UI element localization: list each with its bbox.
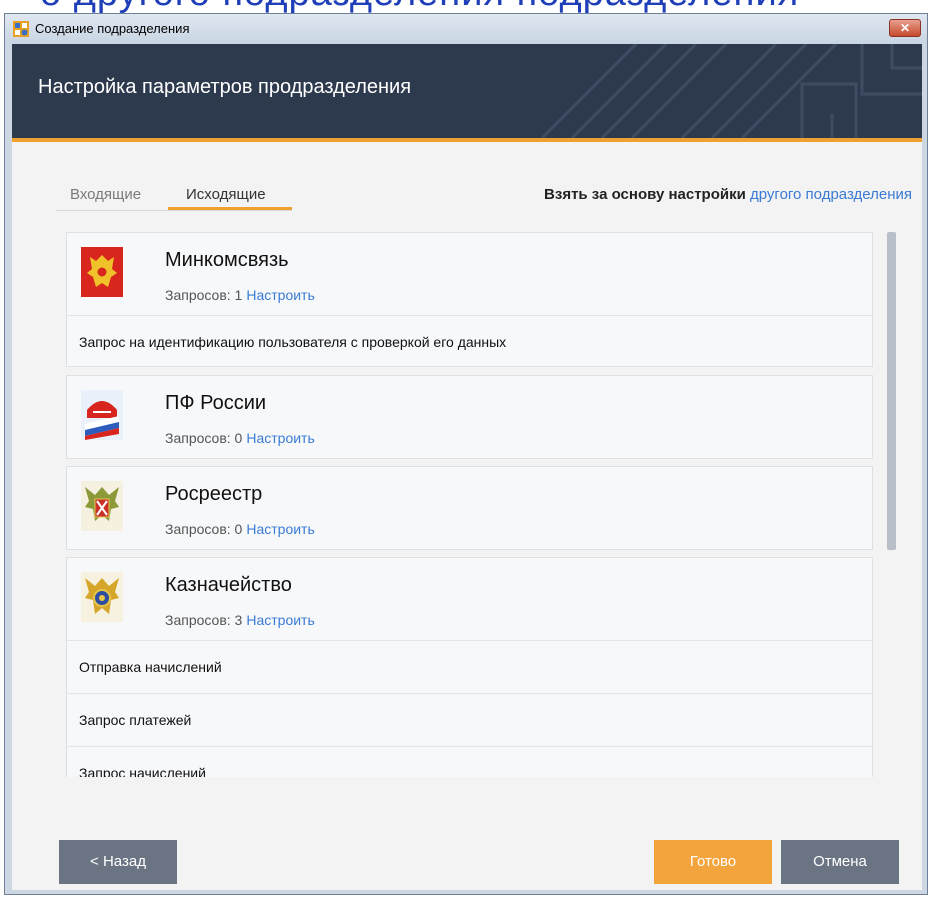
configure-link[interactable]: Настроить [246,287,314,303]
request-row[interactable]: Запрос платежей [67,693,872,746]
dialog-window: Создание подразделения ✕ Настройка парам… [4,13,928,895]
configure-link[interactable]: Настроить [246,430,314,446]
agency-name: Минкомсвязь [165,249,289,271]
app-icon [13,21,29,37]
treasury-emblem-icon [81,572,123,622]
configure-link[interactable]: Настроить [246,521,314,537]
configure-link[interactable]: Настроить [246,612,314,628]
tab-incoming[interactable]: Входящие [70,186,141,203]
back-button[interactable]: < Назад [59,840,177,884]
request-row[interactable]: Запрос начислений [67,746,872,777]
request-row-label: Запрос на идентификацию пользователя с п… [79,334,507,350]
request-row[interactable]: Отправка начислений [67,640,872,693]
dialog-body: Настройка параметров продразделения Вход… [12,44,922,890]
request-count: Запросов: 1 Настроить [165,287,315,303]
title-bar: Создание подразделения ✕ [5,14,927,44]
copy-settings-hint: Взять за основу настройки другого подраз… [544,186,912,203]
active-tab-indicator [168,207,292,210]
request-count-label: Запросов: 0 [165,430,243,446]
request-count-label: Запросов: 3 [165,612,243,628]
agency-card-pfr: ПФ России Запросов: 0 Настроить [66,375,873,459]
other-department-link[interactable]: другого подразделения [750,186,912,203]
request-row-label: Отправка начислений [79,659,222,675]
request-row[interactable]: Запрос на идентификацию пользователя с п… [67,315,872,368]
header-pattern-icon [540,44,922,138]
page-title: Настройка параметров продразделения [38,76,412,98]
header-banner: Настройка параметров продразделения [12,44,922,142]
agency-card-rosreestr: Росреестр Запросов: 0 Настроить [66,466,873,550]
request-count: Запросов: 0 Настроить [165,521,315,537]
rosreestr-emblem-icon [81,481,123,531]
agency-card-treasury: Казначейство Запросов: 3 Настроить Отправ… [66,557,873,777]
russian-coat-of-arms-icon [81,247,123,297]
window-title: Создание подразделения [35,21,190,36]
request-count: Запросов: 0 Настроить [165,430,315,446]
agency-name: Росреестр [165,483,263,505]
cropped-background-text: о другого подразделения подразделения [0,0,930,13]
tab-outgoing[interactable]: Исходящие [186,186,266,203]
request-count-label: Запросов: 1 [165,287,243,303]
list-scrollbar[interactable] [883,232,899,777]
scrollbar-thumb[interactable] [887,232,896,550]
request-count-label: Запросов: 0 [165,521,243,537]
agency-name: Казначейство [165,574,292,596]
done-button[interactable]: Готово [654,840,772,884]
close-button[interactable]: ✕ [889,19,921,37]
agency-name: ПФ России [165,392,267,414]
cancel-button[interactable]: Отмена [781,840,899,884]
request-row-label: Запрос платежей [79,712,192,728]
request-count: Запросов: 3 Настроить [165,612,315,628]
direction-tabs: Входящие Исходящие [56,178,292,211]
copy-settings-label: Взять за основу настройки [544,186,746,203]
pension-fund-logo-icon [81,390,123,440]
request-row-label: Запрос начислений [79,765,206,777]
agency-card-minkomsvyaz: Минкомсвязь Запросов: 1 Настроить Запрос … [66,232,873,367]
agency-list: Минкомсвязь Запросов: 1 Настроить Запрос … [66,232,877,777]
